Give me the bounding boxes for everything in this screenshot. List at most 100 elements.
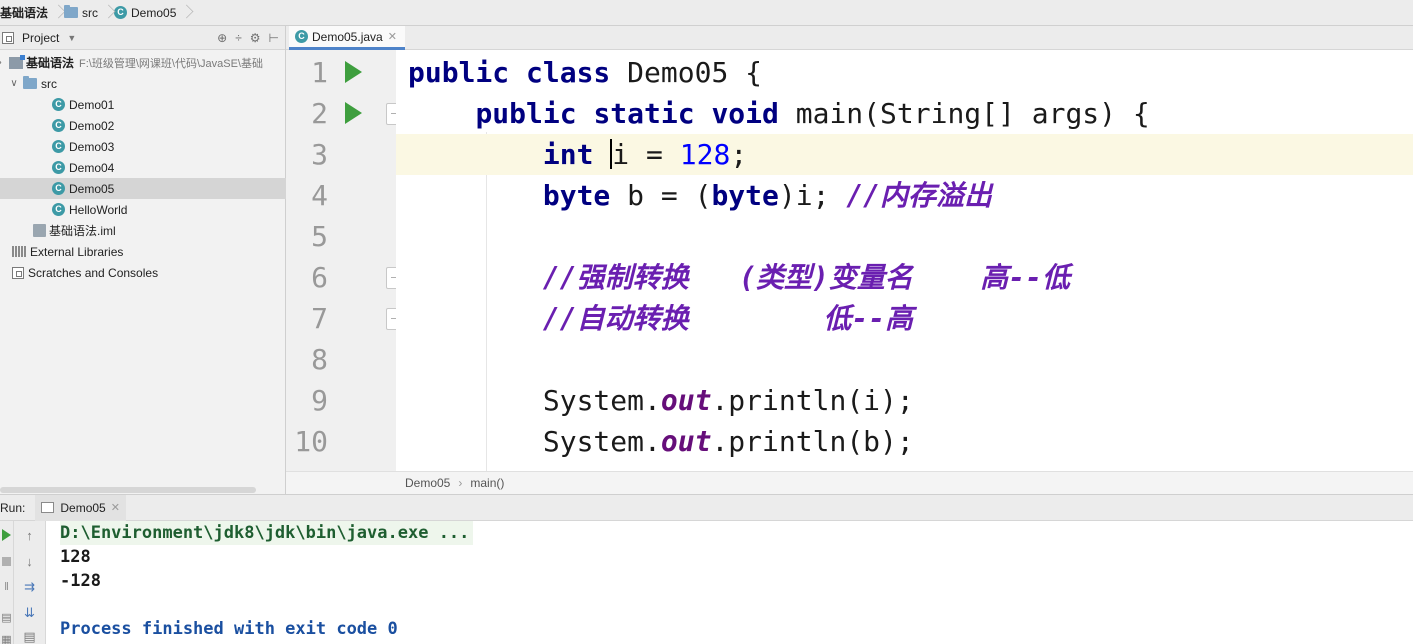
- code-line-7: //自动转换 低--高: [396, 298, 1413, 339]
- project-view-icon: [2, 31, 14, 44]
- class-icon: C: [52, 140, 65, 153]
- line-number: 10: [294, 425, 328, 458]
- class-icon: C: [52, 98, 65, 111]
- tree-item-helloworld[interactable]: C HelloWorld: [0, 199, 286, 220]
- horizontal-scrollbar[interactable]: [0, 487, 256, 493]
- tree-item-external-libraries[interactable]: External Libraries: [0, 241, 286, 262]
- breadcrumb-file[interactable]: C Demo05: [114, 0, 176, 26]
- run-class-icon[interactable]: [345, 61, 362, 83]
- project-view-selector[interactable]: Project: [22, 31, 59, 45]
- breadcrumb-src[interactable]: src: [64, 0, 98, 26]
- code-line-3: int i = 128;: [396, 134, 1413, 175]
- keyword: public class: [408, 56, 611, 89]
- navigation-bar: 基础语法 src C Demo05: [0, 0, 1413, 26]
- code-text: )i;: [778, 179, 847, 212]
- locate-icon[interactable]: ⊕: [217, 31, 227, 45]
- comment: //强制转换 (类型)变量名 高--低: [542, 261, 1071, 294]
- static-field: out: [660, 384, 712, 417]
- console-output[interactable]: D:\Environment\jdk8\jdk\bin\java.exe ...…: [46, 521, 1413, 644]
- run-tab-demo05[interactable]: Demo05 ✕: [35, 494, 126, 521]
- class-icon: C: [52, 161, 65, 174]
- scroll-to-end-button[interactable]: ⇊: [14, 603, 45, 623]
- run-main-icon[interactable]: [345, 102, 362, 124]
- keyword: int: [542, 138, 594, 171]
- breadcrumb-class[interactable]: Demo05: [405, 476, 450, 490]
- breadcrumb-project-label: 基础语法: [0, 6, 49, 20]
- code-editor[interactable]: public class Demo05 { public static void…: [396, 50, 1413, 471]
- console-command-line: D:\Environment\jdk8\jdk\bin\java.exe ...: [60, 521, 474, 545]
- breadcrumb-separator-icon: ›: [458, 476, 463, 490]
- tree-item-label: Scratches and Consoles: [28, 265, 159, 280]
- run-label: Run:: [0, 500, 26, 515]
- dump-threads-button[interactable]: ▤: [0, 607, 13, 627]
- breadcrumb-separator-icon: [52, 0, 60, 26]
- tree-item-src[interactable]: ∨ src: [0, 73, 286, 94]
- tree-item-demo04[interactable]: C Demo04: [0, 157, 286, 178]
- breadcrumb-project[interactable]: 基础语法: [0, 0, 48, 26]
- stop-button[interactable]: [0, 551, 13, 571]
- tree-item-root[interactable]: › 基础语法 F:\班级管理\网课班\代码\JavaSE\基础: [0, 52, 286, 73]
- chevron-down-icon[interactable]: ›: [0, 57, 6, 68]
- rerun-button[interactable]: [0, 525, 13, 545]
- comment: //内存溢出: [846, 179, 993, 212]
- hide-icon[interactable]: ⊢: [269, 31, 279, 45]
- class-icon: C: [52, 182, 65, 195]
- module-icon: [9, 54, 25, 69]
- tree-item-label: 基础语法.iml: [49, 224, 116, 238]
- tree-item-scratches[interactable]: Scratches and Consoles: [0, 262, 286, 283]
- close-icon[interactable]: ✕: [388, 30, 397, 43]
- close-icon[interactable]: ✕: [111, 501, 120, 514]
- scroll-down-button[interactable]: ↓: [14, 551, 45, 571]
- run-tab-label: Demo05: [60, 500, 106, 515]
- print-console-button[interactable]: ▤: [14, 627, 45, 644]
- class-icon: C: [52, 119, 65, 132]
- line-number: 2: [311, 97, 328, 130]
- settings-icon[interactable]: ⚙: [250, 31, 261, 45]
- module-file-icon: [33, 224, 46, 237]
- tree-item-demo01[interactable]: C Demo01: [0, 94, 286, 115]
- pause-button[interactable]: ‖: [0, 577, 13, 597]
- project-panel-header: Project ▼ ⊕ ÷ ⚙ ⊢: [0, 26, 285, 50]
- collapse-icon[interactable]: ÷: [235, 31, 242, 45]
- print-button[interactable]: ▦: [0, 629, 13, 644]
- chevron-down-icon[interactable]: ▼: [67, 33, 76, 43]
- chevron-down-icon[interactable]: ∨: [8, 78, 20, 89]
- soft-wrap-button[interactable]: ⇉: [14, 577, 45, 597]
- code-text: b = (: [610, 179, 712, 212]
- scroll-end-icon: ⇊: [24, 605, 35, 620]
- breadcrumb-method[interactable]: main(): [470, 476, 504, 490]
- breadcrumb-file-label: Demo05: [131, 5, 177, 20]
- breadcrumb-separator-icon: [102, 0, 110, 26]
- tree-root-path: F:\班级管理\网课班\代码\JavaSE\基础: [79, 57, 263, 70]
- tree-item-iml[interactable]: 基础语法.iml: [0, 220, 286, 241]
- library-icon: [12, 246, 26, 257]
- editor-gutter: 1 2 3 4 5 6 7 8 9 10: [286, 50, 406, 471]
- scroll-up-button[interactable]: ↑: [14, 525, 45, 545]
- soft-wrap-icon: ⇉: [24, 579, 35, 594]
- tree-item-demo05[interactable]: C Demo05: [0, 178, 286, 199]
- editor-breadcrumb: Demo05 › main(): [286, 471, 1413, 494]
- keyword: public static void: [475, 97, 779, 130]
- tab-demo05-java[interactable]: C Demo05.java ✕: [289, 26, 405, 50]
- project-panel-tools: ⊕ ÷ ⚙ ⊢: [217, 31, 285, 45]
- play-icon: [2, 529, 11, 541]
- tree-item-label: Demo05: [69, 181, 115, 196]
- arrow-down-icon: ↓: [26, 553, 33, 569]
- tree-item-label: Demo02: [69, 118, 115, 133]
- line-number: 9: [311, 384, 328, 417]
- code-line-6: //强制转换 (类型)变量名 高--低: [396, 257, 1413, 298]
- line-number: 3: [311, 138, 328, 171]
- code-line-1: public class Demo05 {: [396, 52, 1413, 93]
- tree-item-demo02[interactable]: C Demo02: [0, 115, 286, 136]
- console-icon: [41, 502, 55, 513]
- tree-item-demo03[interactable]: C Demo03: [0, 136, 286, 157]
- code-text: System.: [542, 425, 661, 458]
- tree-item-label: Demo01: [69, 97, 115, 112]
- code-line-4: byte b = (byte)i; //内存溢出: [396, 175, 1413, 216]
- line-number: 1: [311, 56, 328, 89]
